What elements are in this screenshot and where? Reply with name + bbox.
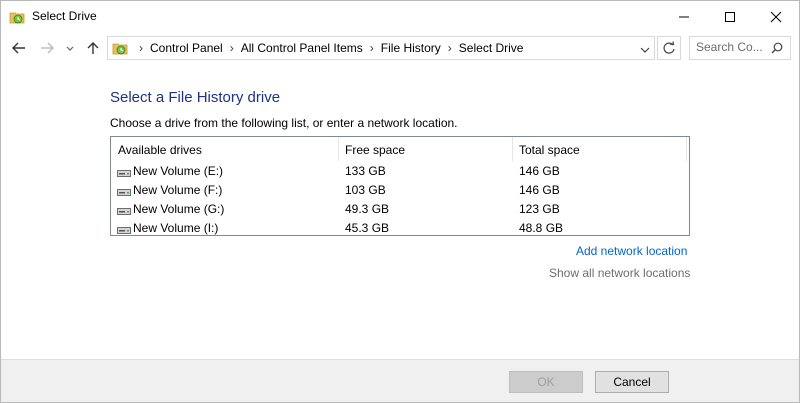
column-header-available-drives[interactable]: Available drives xyxy=(118,143,202,157)
search-box[interactable] xyxy=(689,36,791,60)
refresh-icon xyxy=(663,41,675,54)
drive-icon xyxy=(117,186,131,196)
breadcrumb-separator-icon[interactable]: › xyxy=(139,41,143,55)
back-arrow-icon xyxy=(12,42,25,54)
drive-icon xyxy=(117,167,131,177)
ok-button: OK xyxy=(509,371,583,393)
drive-total-space: 48.8 GB xyxy=(519,221,564,235)
search-icon[interactable] xyxy=(771,42,783,57)
minimize-button[interactable] xyxy=(661,1,707,32)
column-divider[interactable] xyxy=(338,137,339,161)
drive-free-space: 45.3 GB xyxy=(345,221,390,235)
breadcrumb: › Control Panel › All Control Panel Item… xyxy=(132,41,523,55)
cancel-button[interactable]: Cancel xyxy=(595,371,669,393)
refresh-button[interactable] xyxy=(657,36,681,60)
back-button[interactable] xyxy=(9,38,29,58)
file-history-icon xyxy=(112,40,128,56)
list-item[interactable]: New Volume (I:) 45.3 GB 48.8 GB xyxy=(111,219,689,235)
chevron-down-icon xyxy=(66,46,74,51)
file-history-icon xyxy=(9,9,25,25)
navigation-bar: › Control Panel › All Control Panel Item… xyxy=(1,34,799,63)
column-divider[interactable] xyxy=(512,137,513,161)
drive-name: New Volume (I:) xyxy=(133,221,219,235)
drive-free-space: 133 GB xyxy=(345,164,386,178)
close-button[interactable] xyxy=(753,1,799,32)
list-item[interactable]: New Volume (G:) 49.3 GB 123 GB xyxy=(111,200,689,219)
recent-locations-button[interactable] xyxy=(63,38,77,58)
page-title: Select a File History drive xyxy=(110,89,281,106)
breadcrumb-all-control-panel-items[interactable]: All Control Panel Items xyxy=(241,41,363,55)
drive-free-space: 49.3 GB xyxy=(345,202,390,216)
drive-name: New Volume (E:) xyxy=(133,164,224,178)
drive-icon xyxy=(117,224,131,234)
column-divider[interactable] xyxy=(686,137,687,161)
drives-list[interactable]: Available drives Free space Total space … xyxy=(110,136,690,236)
list-item[interactable]: New Volume (F:) 103 GB 146 GB xyxy=(111,181,689,200)
search-input[interactable] xyxy=(696,40,764,54)
breadcrumb-separator-icon[interactable]: › xyxy=(230,41,234,55)
window-title: Select Drive xyxy=(32,9,97,23)
list-header: Available drives Free space Total space xyxy=(111,137,689,161)
close-icon xyxy=(770,11,782,23)
drive-total-space: 123 GB xyxy=(519,202,560,216)
minimize-icon xyxy=(679,16,689,18)
column-header-total-space[interactable]: Total space xyxy=(519,143,580,157)
breadcrumb-control-panel[interactable]: Control Panel xyxy=(150,41,223,55)
breadcrumb-file-history[interactable]: File History xyxy=(381,41,441,55)
drive-name: New Volume (G:) xyxy=(133,202,225,216)
forward-arrow-icon xyxy=(41,42,54,54)
maximize-icon xyxy=(725,12,735,22)
up-arrow-icon xyxy=(87,42,99,54)
breadcrumb-separator-icon[interactable]: › xyxy=(448,41,452,55)
dialog-footer: OK Cancel xyxy=(1,359,799,402)
address-history-button[interactable] xyxy=(640,43,650,57)
select-drive-window: Select Drive › Control Panel › All Contr… xyxy=(0,0,800,403)
up-button[interactable] xyxy=(84,38,104,58)
title-bar: Select Drive xyxy=(1,1,799,32)
drive-icon xyxy=(117,205,131,215)
instruction-text: Choose a drive from the following list, … xyxy=(110,116,458,130)
drive-total-space: 146 GB xyxy=(519,183,560,197)
chevron-down-icon xyxy=(640,47,650,53)
forward-button[interactable] xyxy=(37,38,57,58)
list-item[interactable]: New Volume (E:) 133 GB 146 GB xyxy=(111,162,689,181)
add-network-location-link[interactable]: Add network location xyxy=(576,244,687,258)
address-bar[interactable]: › Control Panel › All Control Panel Item… xyxy=(107,36,655,60)
show-all-network-locations-link: Show all network locations xyxy=(549,266,691,280)
maximize-button[interactable] xyxy=(707,1,753,32)
drive-name: New Volume (F:) xyxy=(133,183,223,197)
breadcrumb-separator-icon[interactable]: › xyxy=(370,41,374,55)
drive-free-space: 103 GB xyxy=(345,183,386,197)
column-header-free-space[interactable]: Free space xyxy=(345,143,405,157)
breadcrumb-select-drive[interactable]: Select Drive xyxy=(459,41,524,55)
drive-total-space: 146 GB xyxy=(519,164,560,178)
